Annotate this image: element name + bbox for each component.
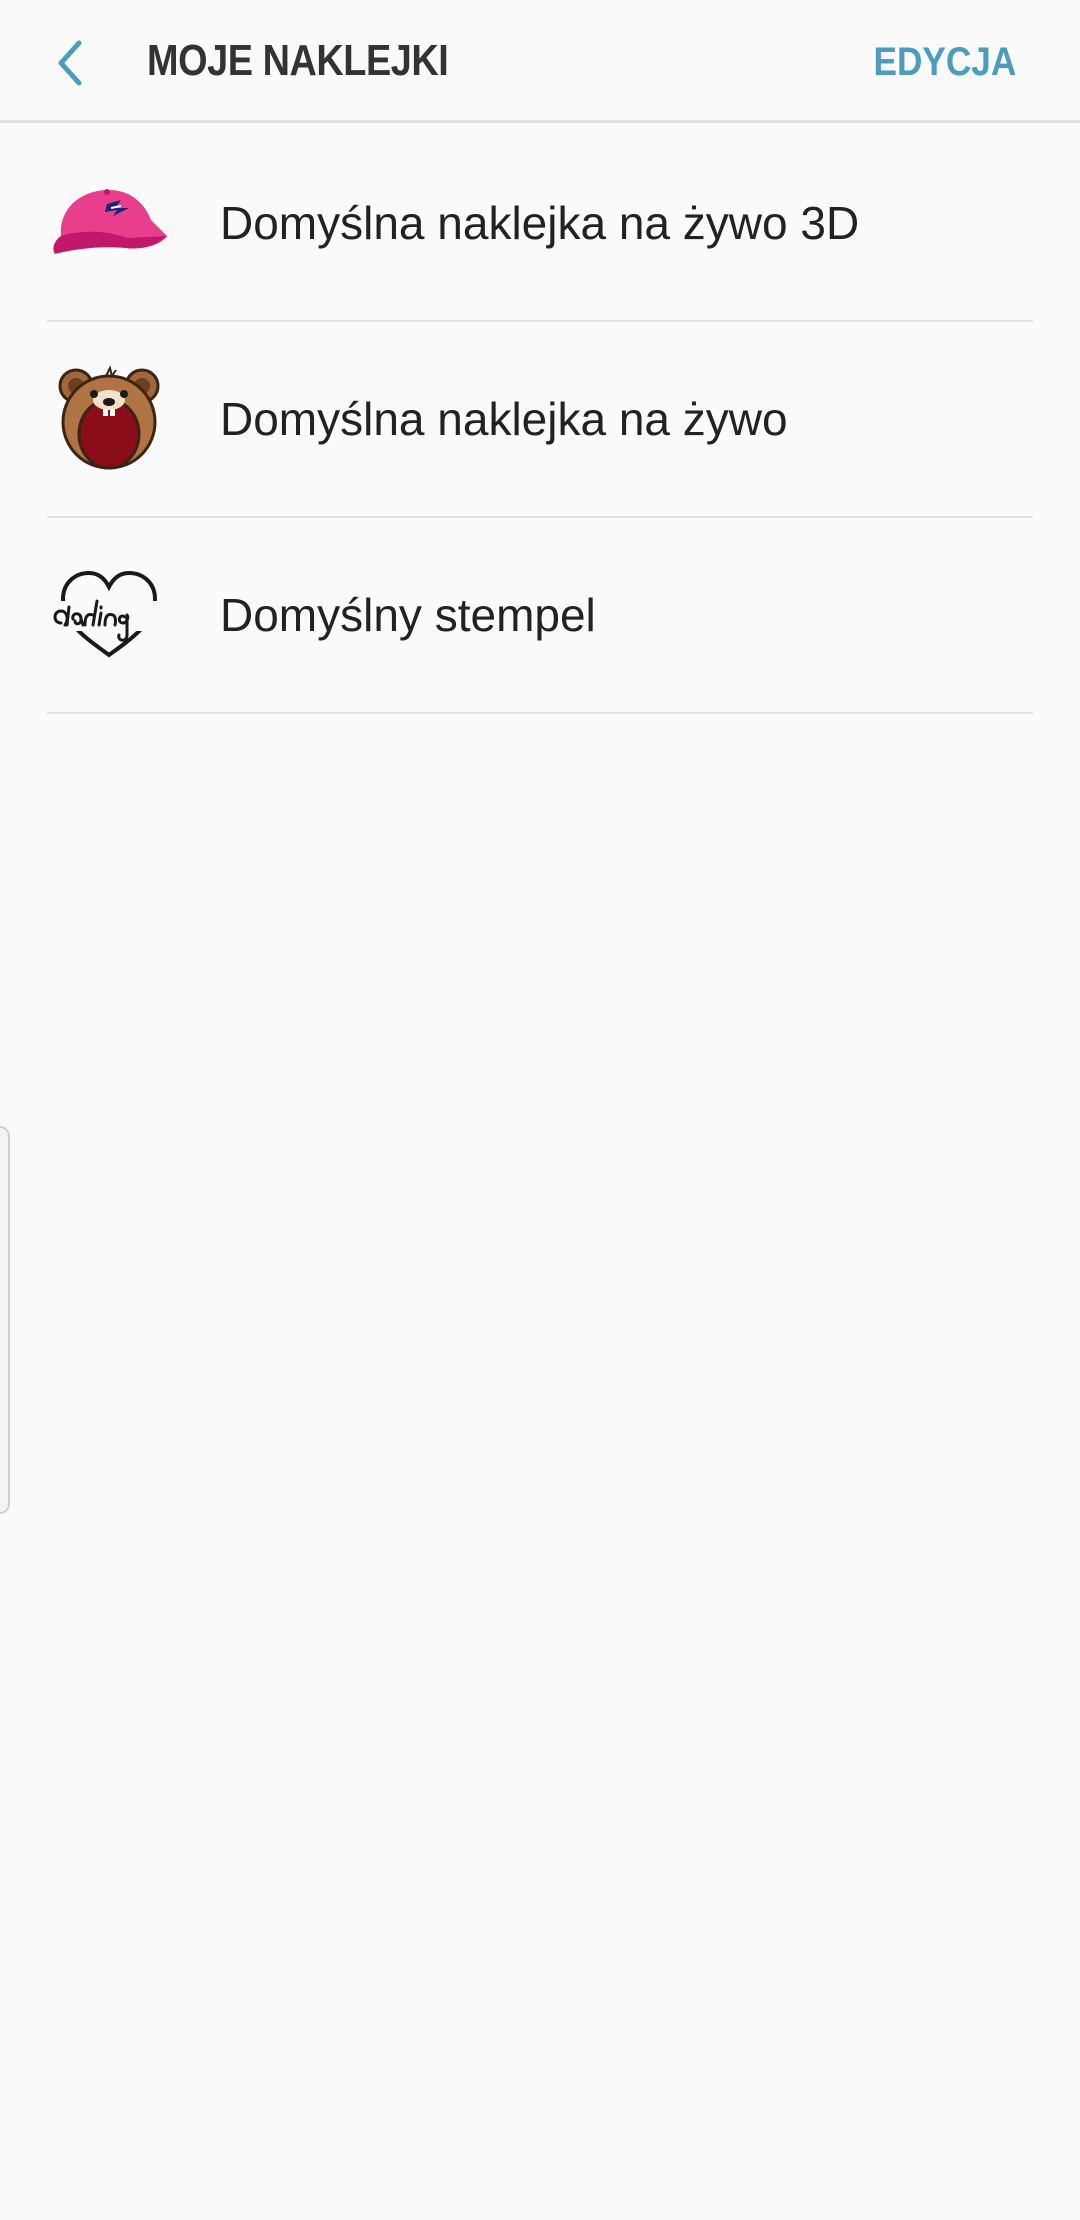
list-item-stamp[interactable]: Domyślny stempel — [47, 518, 1033, 714]
bear-face-icon — [47, 364, 171, 474]
list-item-label: Domyślna naklejka na żywo 3D — [220, 197, 860, 249]
pink-cap-icon — [47, 168, 171, 278]
app-bar: MOJE NAKLEJKI EDYCJA — [0, 0, 1080, 123]
list-item-live-sticker[interactable]: Domyślna naklejka na żywo — [47, 322, 1033, 518]
list-item-label: Domyślna naklejka na żywo — [220, 393, 788, 445]
list-item-label: Domyślny stempel — [220, 589, 596, 641]
chevron-left-icon — [58, 40, 82, 86]
screen: MOJE NAKLEJKI EDYCJA Domyślna naklejka n… — [0, 0, 1080, 2220]
list-item-3d-live-sticker[interactable]: Domyślna naklejka na żywo 3D — [47, 126, 1033, 322]
edge-panel-handle[interactable] — [0, 1126, 10, 1514]
page-title: MOJE NAKLEJKI — [147, 36, 449, 85]
sticker-list: Domyślna naklejka na żywo 3D Domyślna na… — [47, 126, 1033, 714]
back-button[interactable] — [40, 28, 100, 98]
edit-button[interactable]: EDYCJA — [873, 40, 1016, 85]
darling-heart-icon — [47, 560, 171, 670]
